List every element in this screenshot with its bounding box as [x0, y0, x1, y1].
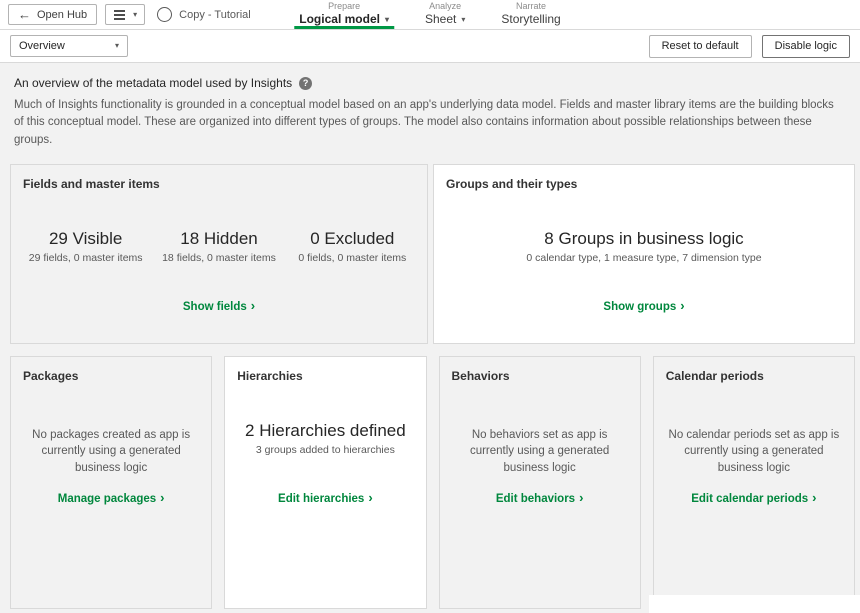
- app-info: Copy - Tutorial: [157, 7, 251, 22]
- chevron-down-icon: ▾: [133, 11, 137, 19]
- view-selector-value: Overview: [19, 40, 65, 52]
- disable-logic-button[interactable]: Disable logic: [762, 35, 850, 58]
- link-label: Edit hierarchies: [278, 493, 364, 505]
- behaviors-card: Behaviors No behaviors set as app is cur…: [439, 356, 641, 609]
- cards-row-1: Fields and master items 29 Visible 29 fi…: [10, 164, 855, 344]
- chevron-down-icon: ▾: [461, 16, 465, 24]
- groups-and-types-card: Groups and their types 8 Groups in busin…: [433, 164, 855, 344]
- chevron-right-icon: ›: [680, 298, 684, 313]
- link-label: Manage packages: [58, 493, 156, 505]
- stat-value: 0 Excluded: [286, 229, 419, 249]
- hierarchies-card: Hierarchies 2 Hierarchies defined 3 grou…: [224, 356, 426, 609]
- bottom-right-panel: [649, 595, 860, 613]
- stat-detail: 29 fields, 0 master items: [19, 252, 152, 264]
- stat-value: 2 Hierarchies defined: [239, 421, 411, 441]
- nav-label-wrap: Storytelling: [501, 13, 560, 26]
- card-title: Packages: [23, 369, 199, 383]
- card-title: Calendar periods: [666, 369, 842, 383]
- app-options-icon[interactable]: [157, 7, 172, 22]
- cards-row-2: Packages No packages created as app is c…: [10, 356, 855, 609]
- stats-row: 29 Visible 29 fields, 0 master items 18 …: [11, 229, 427, 264]
- nav-label-wrap: Logical model ▾: [299, 13, 389, 26]
- help-icon[interactable]: ?: [299, 77, 312, 90]
- stat-value: 8 Groups in business logic: [448, 229, 840, 249]
- manage-packages-link[interactable]: Manage packages ›: [11, 490, 211, 505]
- edit-behaviors-link[interactable]: Edit behaviors ›: [440, 490, 640, 505]
- stat-visible: 29 Visible 29 fields, 0 master items: [19, 229, 152, 264]
- card-title: Fields and master items: [23, 177, 415, 191]
- stat-hidden: 18 Hidden 18 fields, 0 master items: [152, 229, 285, 264]
- chevron-right-icon: ›: [812, 490, 816, 505]
- calendar-periods-card: Calendar periods No calendar periods set…: [653, 356, 855, 609]
- hierarchies-summary: 2 Hierarchies defined 3 groups added to …: [225, 421, 425, 456]
- nav-section-prepare: Prepare: [328, 2, 360, 12]
- card-message: No behaviors set as app is currently usi…: [454, 427, 626, 477]
- global-menu-button[interactable]: ▾: [105, 4, 145, 25]
- hamburger-icon: [114, 14, 125, 16]
- chevron-right-icon: ›: [160, 490, 164, 505]
- stat-value: 18 Hidden: [152, 229, 285, 249]
- show-groups-link[interactable]: Show groups ›: [434, 298, 854, 313]
- chevron-right-icon: ›: [579, 490, 583, 505]
- tab-narrate-storytelling[interactable]: Narrate Storytelling: [498, 0, 563, 29]
- stat-detail: 0 fields, 0 master items: [286, 252, 419, 264]
- card-title: Groups and their types: [446, 177, 842, 191]
- stat-detail: 18 fields, 0 master items: [152, 252, 285, 264]
- show-fields-link[interactable]: Show fields ›: [11, 298, 427, 313]
- nav-label-logical-model: Logical model: [299, 13, 380, 26]
- nav-label-wrap: Sheet ▾: [425, 13, 465, 26]
- link-label: Show groups: [603, 301, 676, 313]
- card-message: No calendar periods set as app is curren…: [668, 427, 840, 477]
- tab-analyze-sheet[interactable]: Analyze Sheet ▾: [422, 0, 468, 29]
- link-label: Edit calendar periods: [691, 493, 808, 505]
- card-title: Behaviors: [452, 369, 628, 383]
- stat-value: 29 Visible: [19, 229, 152, 249]
- intro-title-row: An overview of the metadata model used b…: [14, 76, 846, 90]
- fields-and-master-items-card: Fields and master items 29 Visible 29 fi…: [10, 164, 428, 344]
- view-selector-dropdown[interactable]: Overview ▾: [10, 35, 128, 57]
- stat-detail: 0 calendar type, 1 measure type, 7 dimen…: [448, 252, 840, 264]
- open-hub-button[interactable]: ← Open Hub: [8, 4, 97, 25]
- disable-logic-label: Disable logic: [775, 40, 837, 52]
- chevron-right-icon: ›: [251, 298, 255, 313]
- edit-hierarchies-link[interactable]: Edit hierarchies ›: [225, 490, 425, 505]
- stat-detail: 3 groups added to hierarchies: [239, 444, 411, 456]
- link-label: Edit behaviors: [496, 493, 575, 505]
- nav-section-analyze: Analyze: [429, 2, 461, 12]
- open-hub-label: Open Hub: [37, 9, 87, 21]
- reset-to-default-label: Reset to default: [662, 40, 739, 52]
- nav-label-sheet: Sheet: [425, 13, 456, 26]
- app-title: Copy - Tutorial: [179, 9, 251, 21]
- reset-to-default-button[interactable]: Reset to default: [649, 35, 752, 58]
- back-arrow-icon: ←: [18, 8, 31, 21]
- nav-section-narrate: Narrate: [516, 2, 546, 12]
- stat-excluded: 0 Excluded 0 fields, 0 master items: [286, 229, 419, 264]
- groups-summary: 8 Groups in business logic 0 calendar ty…: [434, 229, 854, 264]
- edit-calendar-periods-link[interactable]: Edit calendar periods ›: [654, 490, 854, 505]
- fields-stats: 29 Visible 29 fields, 0 master items 18 …: [11, 229, 427, 264]
- page-title: An overview of the metadata model used b…: [14, 76, 292, 90]
- card-message: No packages created as app is currently …: [25, 427, 197, 477]
- intro-description: Much of Insights functionality is ground…: [14, 97, 846, 149]
- packages-card: Packages No packages created as app is c…: [10, 356, 212, 609]
- chevron-down-icon: ▾: [385, 16, 389, 24]
- main-nav: Prepare Logical model ▾ Analyze Sheet ▾ …: [296, 0, 563, 29]
- sub-toolbar: Overview ▾ Reset to default Disable logi…: [0, 30, 860, 63]
- tab-prepare-logical-model[interactable]: Prepare Logical model ▾: [296, 0, 392, 29]
- intro-section: An overview of the metadata model used b…: [0, 63, 860, 164]
- top-bar: ← Open Hub ▾ Copy - Tutorial Prepare Log…: [0, 0, 860, 30]
- chevron-right-icon: ›: [368, 490, 372, 505]
- nav-label-storytelling: Storytelling: [501, 13, 560, 26]
- link-label: Show fields: [183, 301, 247, 313]
- card-title: Hierarchies: [237, 369, 413, 383]
- chevron-down-icon: ▾: [115, 42, 119, 50]
